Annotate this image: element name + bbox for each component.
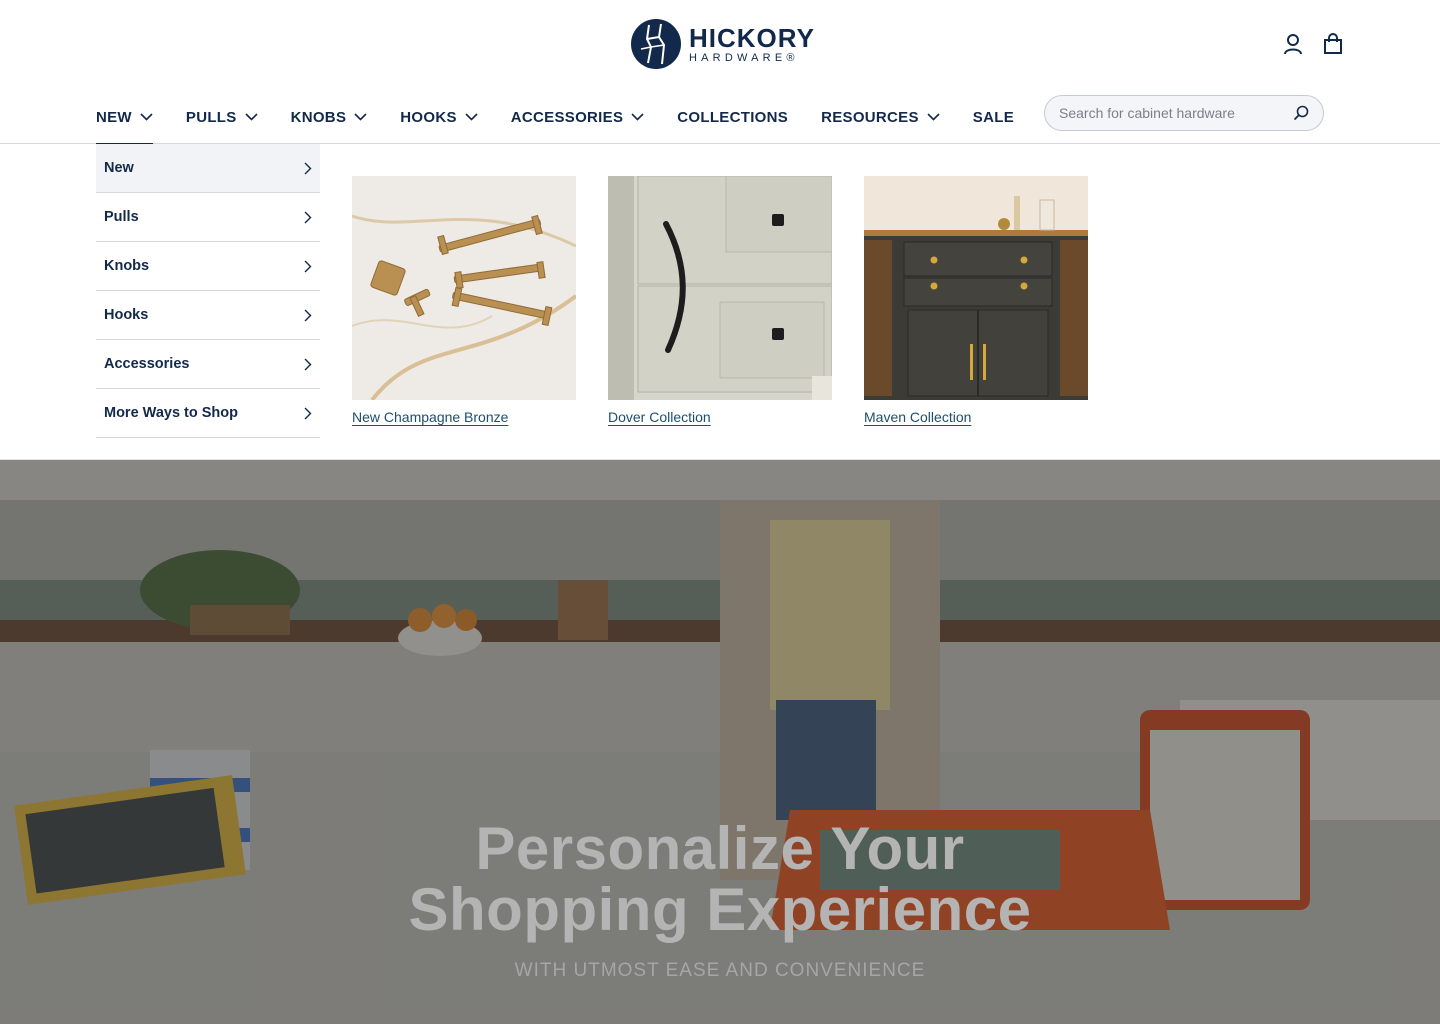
chevron-right-icon	[304, 309, 312, 321]
hero-banner: Personalize Your Shopping Experience WIT…	[0, 460, 1440, 1024]
mega-menu-item-more-ways[interactable]: More Ways to Shop	[96, 389, 320, 438]
chevron-right-icon	[304, 162, 312, 174]
hero-title: Personalize Your Shopping Experience	[0, 818, 1440, 940]
account-icon[interactable]	[1282, 32, 1304, 56]
hero-title-line2: Shopping Experience	[408, 876, 1032, 943]
nav-item-label: SALE	[972, 108, 1015, 126]
nav-item-label: ACCESSORIES	[510, 108, 624, 126]
chevron-right-icon	[304, 407, 312, 419]
nav-item-resources[interactable]: RESOURCES	[821, 90, 940, 144]
site-header: HICKORY HARDWARE®	[0, 0, 1440, 90]
search-bar	[1044, 95, 1324, 131]
mega-menu-item-label: Pulls	[104, 209, 139, 225]
nav-item-label: HOOKS	[400, 108, 457, 126]
hickory-logo-icon	[631, 19, 681, 69]
chevron-down-icon	[140, 113, 153, 121]
promo-link-champagne-bronze[interactable]: New Champagne Bronze	[352, 409, 508, 425]
mega-menu-item-label: New	[104, 160, 134, 176]
promo-link-maven[interactable]: Maven Collection	[864, 409, 971, 425]
nav-item-knobs[interactable]: KNOBS	[291, 90, 368, 144]
nav-item-hooks[interactable]: HOOKS	[400, 90, 478, 144]
hero-title-line1: Personalize Your	[475, 815, 965, 882]
mega-menu-item-label: Hooks	[104, 307, 149, 323]
mega-menu-item-label: Knobs	[104, 258, 150, 274]
promo-card-champagne-bronze[interactable]: New Champagne Bronze	[352, 176, 576, 427]
chevron-right-icon	[304, 260, 312, 272]
main-nav: NEW PULLS KNOBS HOOKS ACCESSORIES COLLEC…	[0, 90, 1440, 145]
chevron-right-icon	[304, 211, 312, 223]
brand-name: HICKORY	[689, 22, 815, 53]
nav-item-label: RESOURCES	[821, 108, 919, 126]
chevron-down-icon	[245, 113, 258, 121]
nav-item-collections[interactable]: COLLECTIONS	[677, 90, 788, 144]
chevron-down-icon	[465, 113, 478, 121]
mega-menu-item-label: Accessories	[104, 356, 190, 372]
search-input[interactable]	[1059, 105, 1279, 121]
mega-menu-item-pulls[interactable]: Pulls	[96, 193, 320, 242]
nav-item-pulls[interactable]: PULLS	[186, 90, 258, 144]
mega-menu-item-hooks[interactable]: Hooks	[96, 291, 320, 340]
promo-image-dover[interactable]	[608, 176, 832, 400]
promo-image-champagne-bronze[interactable]	[352, 176, 576, 400]
nav-item-label: PULLS	[185, 108, 237, 126]
promo-image-maven[interactable]	[864, 176, 1088, 400]
search-icon[interactable]	[1293, 105, 1309, 121]
chevron-down-icon	[631, 113, 644, 121]
chevron-down-icon	[354, 113, 367, 121]
mega-menu-item-knobs[interactable]: Knobs	[96, 242, 320, 291]
mega-menu-list: New Pulls Knobs Hooks Accessories More W…	[96, 144, 320, 438]
mega-menu-item-label: More Ways to Shop	[104, 405, 238, 421]
promo-link-dover[interactable]: Dover Collection	[608, 409, 711, 425]
chevron-down-icon	[927, 113, 940, 121]
nav-item-new[interactable]: NEW	[96, 90, 153, 145]
nav-item-label: NEW	[96, 108, 132, 126]
nav-item-label: COLLECTIONS	[677, 108, 789, 126]
nav-item-label: KNOBS	[290, 108, 347, 126]
brand-subname: HARDWARE®	[689, 51, 799, 64]
mega-menu: New Pulls Knobs Hooks Accessories More W…	[0, 144, 1440, 460]
chevron-right-icon	[304, 358, 312, 370]
nav-item-sale[interactable]: SALE	[973, 90, 1014, 144]
mega-menu-item-new[interactable]: New	[96, 144, 320, 193]
promo-card-dover[interactable]: Dover Collection	[608, 176, 832, 427]
hero-subtitle: WITH UTMOST EASE AND CONVENIENCE	[514, 960, 926, 981]
nav-item-accessories[interactable]: ACCESSORIES	[511, 90, 645, 144]
mega-menu-item-accessories[interactable]: Accessories	[96, 340, 320, 389]
cart-icon[interactable]	[1322, 32, 1344, 56]
promo-card-maven[interactable]: Maven Collection	[864, 176, 1088, 427]
brand-logo[interactable]: HICKORY HARDWARE®	[631, 19, 815, 69]
